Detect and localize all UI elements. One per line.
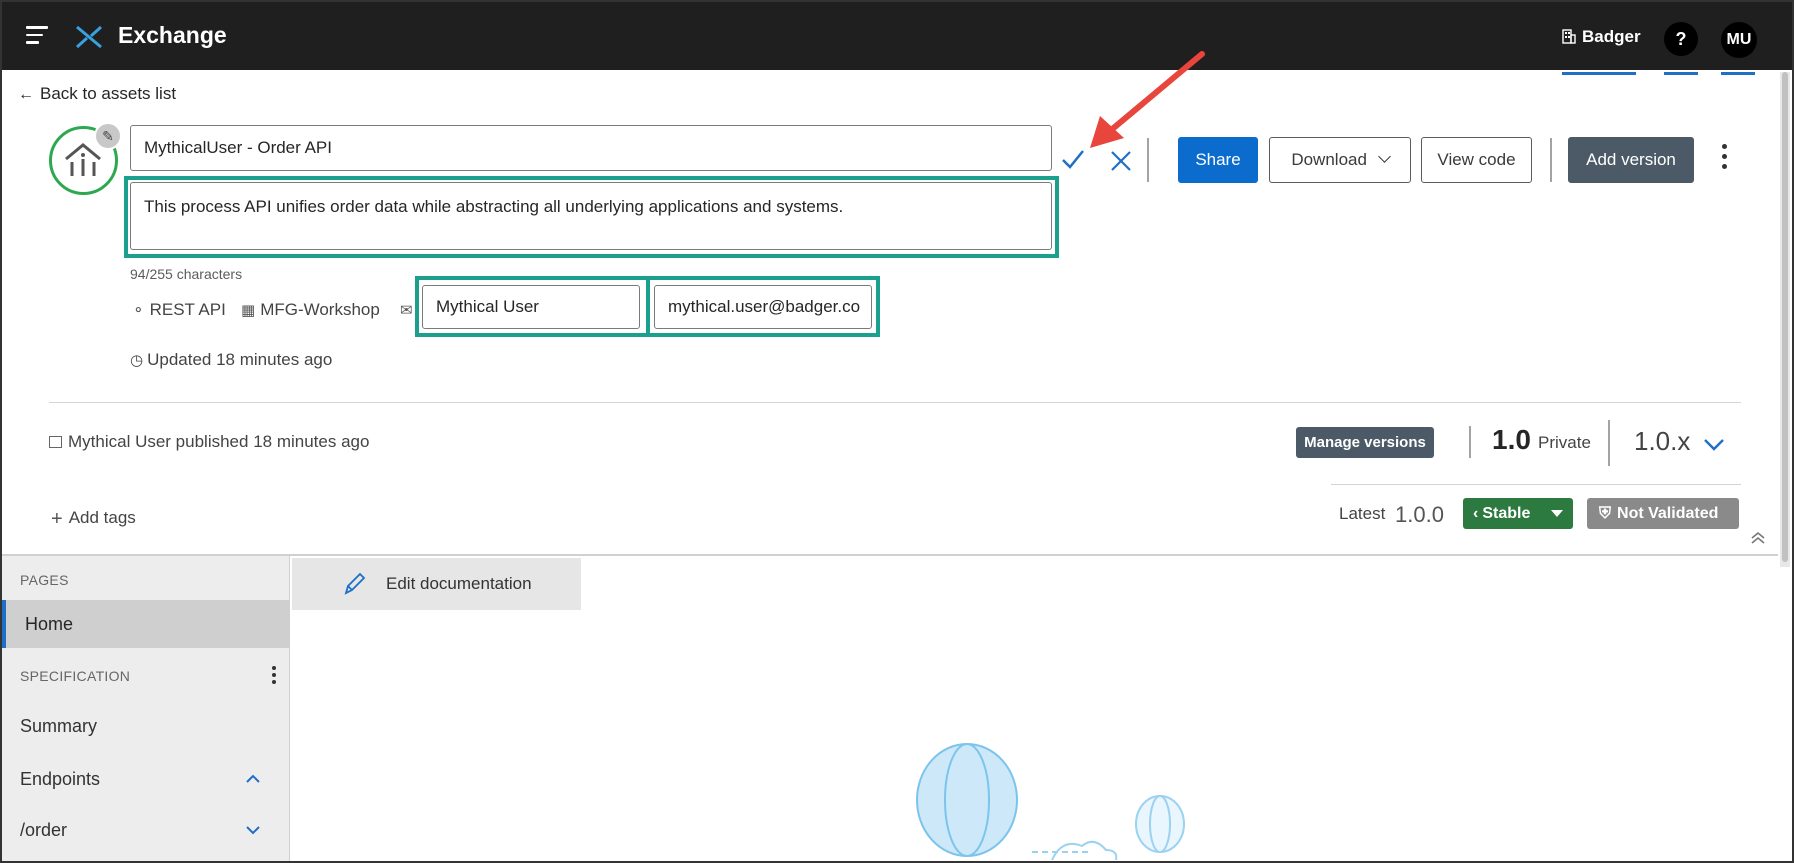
envelope-icon: ✉ <box>400 302 413 319</box>
chevron-down-icon[interactable] <box>1702 432 1726 456</box>
add-version-button[interactable]: Add version <box>1568 137 1694 183</box>
shield-icon: ⛨ <box>1599 505 1612 522</box>
download-button[interactable]: Download <box>1269 137 1411 183</box>
sidebar-item-endpoints[interactable]: Endpoints <box>20 769 100 790</box>
back-link-label: Back to assets list <box>40 84 177 103</box>
app-frame: Exchange Badger ? MU ← Back to assets lis… <box>0 0 1794 863</box>
contact-name-input[interactable]: Mythical User <box>422 285 640 329</box>
validation-label: Not Validated <box>1617 505 1719 522</box>
version-visibility: Private <box>1538 433 1591 452</box>
page-scrollbar[interactable] <box>1780 72 1790 567</box>
pages-sidebar: PAGES Home SPECIFICATION Summary Endpoin… <box>2 556 290 861</box>
updated-label: Updated 18 minutes ago <box>147 350 333 369</box>
add-tags-label: Add tags <box>68 508 136 527</box>
current-version: 1.0 <box>1492 424 1531 455</box>
pages-heading: PAGES <box>20 572 69 588</box>
calendar-icon <box>49 436 62 448</box>
api-icon: ⚬ <box>132 302 145 319</box>
clock-icon: ◷ <box>130 352 144 369</box>
asset-type-label: REST API <box>149 300 226 319</box>
latest-label: Latest <box>1339 504 1386 523</box>
download-label: Download <box>1291 150 1367 169</box>
sidebar-item-summary[interactable]: Summary <box>20 716 97 737</box>
org-switcher[interactable]: Badger <box>1562 27 1641 47</box>
arrow-left-icon: ← <box>18 86 34 103</box>
collapse-up-icon[interactable] <box>1750 530 1766 546</box>
version-divider <box>1608 420 1610 466</box>
back-to-assets-link[interactable]: ← Back to assets list <box>18 84 176 104</box>
latest-version: 1.0.0 <box>1395 502 1444 527</box>
tab-indicator <box>1721 72 1755 75</box>
balloon-illustration-icon <box>916 743 1185 861</box>
asset-type: ⚬ REST API <box>132 300 226 320</box>
tab-indicator <box>1562 72 1636 75</box>
version-divider-line <box>1331 484 1741 485</box>
building-icon: ▦ <box>241 302 256 319</box>
view-code-button[interactable]: View code <box>1421 137 1532 183</box>
asset-title-input[interactable] <box>130 125 1052 171</box>
toolbar-divider <box>1550 138 1552 182</box>
exchange-logo-icon <box>75 25 103 49</box>
asset-description-input[interactable]: This process API unifies order data whil… <box>130 182 1052 250</box>
stable-icon: ‹ <box>1473 505 1479 522</box>
help-button[interactable]: ? <box>1664 22 1698 56</box>
manage-versions-button[interactable]: Manage versions <box>1296 427 1434 458</box>
character-count: 94/255 characters <box>130 266 243 282</box>
edit-documentation-label: Edit documentation <box>386 574 532 593</box>
version-divider <box>1469 426 1471 458</box>
chevron-up-icon[interactable] <box>244 770 262 788</box>
hamburger-menu-icon[interactable] <box>26 26 48 46</box>
version-selector[interactable]: 1.0.x <box>1634 426 1690 457</box>
annotation-arrow-icon <box>1090 51 1205 148</box>
business-group-label: MFG-Workshop <box>260 300 380 319</box>
tab-indicator <box>1664 72 1698 75</box>
app-brand-name: Exchange <box>118 22 227 48</box>
published-label: Mythical User published 18 minutes ago <box>68 432 370 451</box>
contact-email-input[interactable]: mythical.user@badger.co <box>654 285 872 329</box>
plus-icon: + <box>51 508 63 530</box>
highlight-split <box>646 280 650 333</box>
business-group: ▦ MFG-Workshop <box>241 300 380 320</box>
header-divider <box>49 402 1741 403</box>
scrollbar-thumb[interactable] <box>1782 72 1788 562</box>
specification-more-icon[interactable] <box>272 666 278 686</box>
chevron-down-icon <box>1377 150 1391 163</box>
chevron-down-icon[interactable] <box>244 821 262 839</box>
lifecycle-label: Stable <box>1482 505 1531 522</box>
published-info: Mythical User published 18 minutes ago <box>49 432 369 452</box>
specification-heading: SPECIFICATION <box>20 668 131 684</box>
validation-badge: ⛨ Not Validated <box>1587 498 1739 529</box>
sidebar-item-order[interactable]: /order <box>20 820 67 841</box>
top-nav-bar: Exchange Badger ? MU <box>2 2 1792 70</box>
more-options-icon[interactable] <box>1718 144 1730 176</box>
edit-documentation-button[interactable]: Edit documentation <box>292 558 581 610</box>
pencil-icon <box>344 572 366 595</box>
lifecycle-dropdown[interactable]: ‹ Stable <box>1463 498 1573 529</box>
user-avatar[interactable]: MU <box>1721 22 1757 58</box>
updated-timestamp: ◷ Updated 18 minutes ago <box>130 350 332 370</box>
org-name: Badger <box>1582 27 1641 46</box>
edit-icon-button[interactable]: ✎ <box>94 122 122 150</box>
caret-down-icon <box>1551 510 1563 517</box>
add-tags-button[interactable]: + Add tags <box>51 508 136 531</box>
sidebar-item-home[interactable]: Home <box>2 600 290 648</box>
building-icon <box>1562 29 1576 44</box>
